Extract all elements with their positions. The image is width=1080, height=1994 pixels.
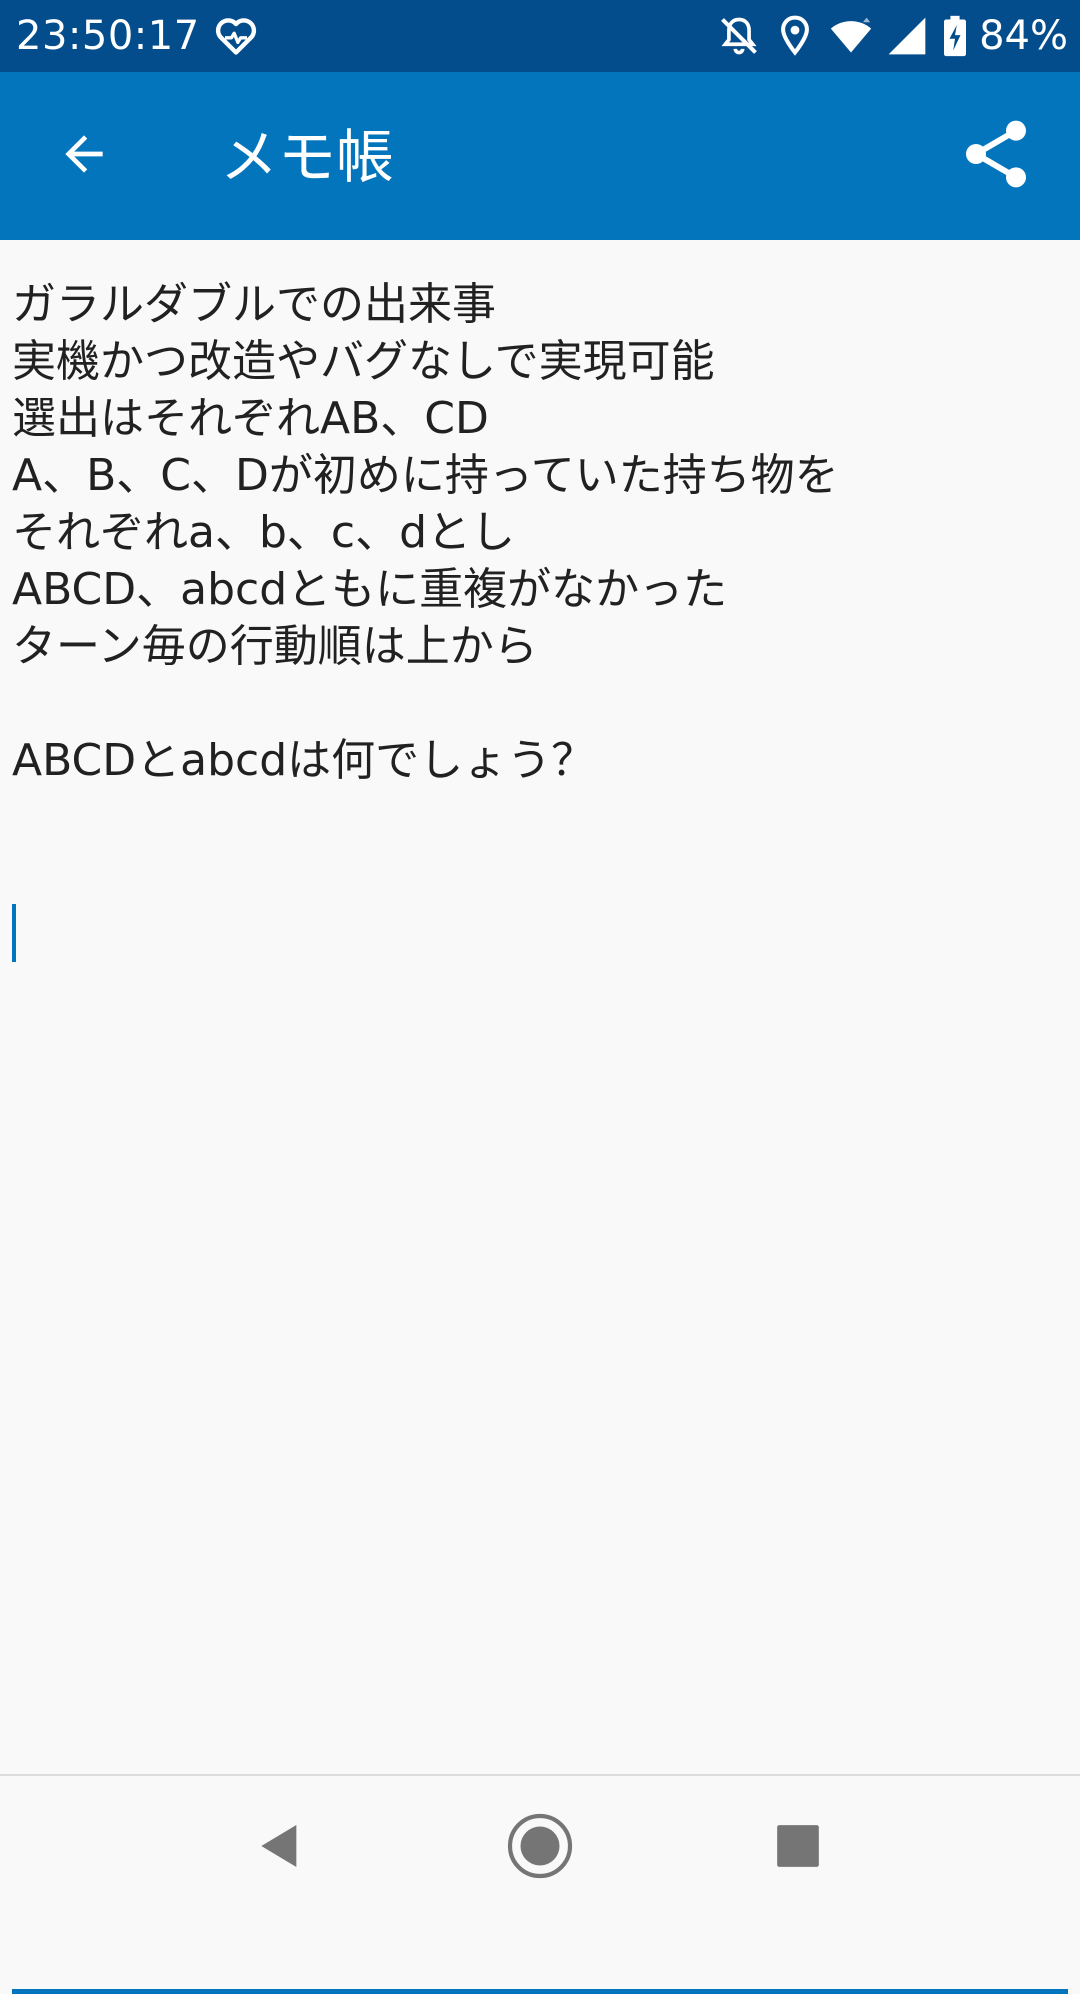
signal-icon: [885, 14, 929, 58]
battery-charging-icon: [941, 14, 969, 58]
memo-editor[interactable]: ガラルダブルでの出来事 実機かつ改造やバグなしで実現可能 選出はそれぞれAB、C…: [0, 240, 1080, 1994]
page-title: メモ帳: [220, 123, 395, 191]
memo-text[interactable]: ガラルダブルでの出来事 実機かつ改造やバグなしで実現可能 選出はそれぞれAB、C…: [12, 276, 1062, 789]
nav-home-icon: [504, 1810, 576, 1886]
share-icon: [956, 114, 1036, 198]
nav-back-button[interactable]: [230, 1798, 330, 1898]
nav-recents-icon: [773, 1821, 823, 1875]
back-button[interactable]: [36, 108, 132, 204]
battery-percent: 84%: [979, 13, 1068, 59]
nav-back-icon: [252, 1818, 308, 1878]
notifications-off-icon: [717, 14, 761, 58]
text-cursor: [12, 904, 16, 962]
share-button[interactable]: [942, 102, 1050, 210]
heart-monitor-icon: [214, 14, 258, 58]
nav-recents-button[interactable]: [748, 1798, 848, 1898]
nav-home-button[interactable]: [490, 1798, 590, 1898]
status-icons: 84%: [705, 10, 1068, 62]
status-bar: 23:50:17 84%: [0, 0, 1080, 72]
editor-underline: [12, 1989, 1068, 1994]
location-icon: [773, 14, 817, 58]
wifi-icon: [829, 14, 873, 58]
arrow-back-icon: [56, 126, 112, 186]
status-time: 23:50:17: [16, 13, 200, 59]
navigation-bar: [0, 1776, 1080, 1920]
app-bar: メモ帳: [0, 72, 1080, 240]
